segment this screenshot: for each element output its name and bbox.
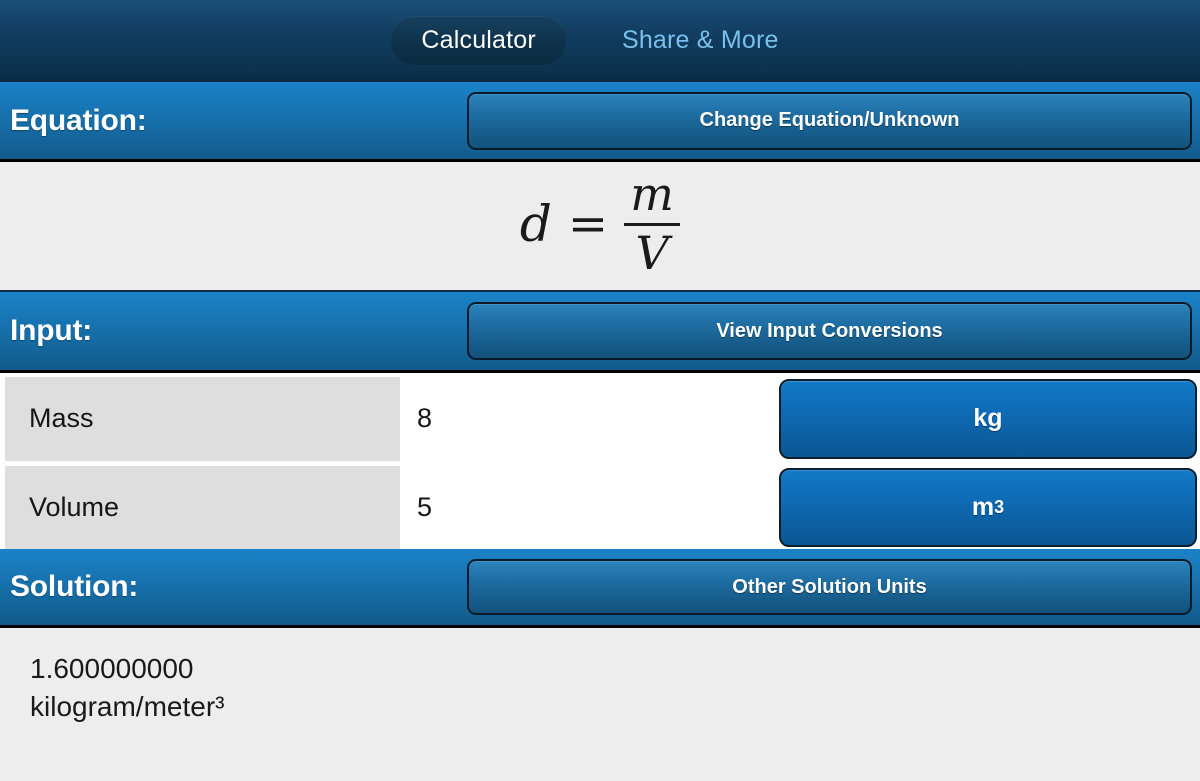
formula-equals-sign: =	[567, 196, 609, 252]
change-equation-unknown-button[interactable]: Change Equation/Unknown	[467, 91, 1192, 150]
solution-section-title: Solution:	[10, 570, 139, 603]
equation-display-area: d = m V	[0, 162, 1200, 292]
solution-result-units: kilogram/meter³	[30, 691, 225, 723]
solution-header-bar: Solution: Other Solution Units	[0, 549, 1200, 628]
input-row-volume: Volume 5 m3	[0, 465, 1200, 549]
tab-share-and-more[interactable]: Share & More	[592, 16, 809, 65]
unit-button-mass-label: kg	[973, 404, 1003, 433]
view-input-conversions-button[interactable]: View Input Conversions	[467, 302, 1192, 360]
input-rows: Mass 8 kg Volume 5 m3	[0, 373, 1200, 549]
formula-denominator: V	[635, 225, 669, 280]
input-row-mass: Mass 8 kg	[0, 377, 1200, 461]
top-tab-bar: Calculator Share & More	[0, 0, 1200, 82]
calculator-app: Calculator Share & More Equation: Change…	[0, 0, 1200, 781]
equation-formula: d = m V	[519, 166, 681, 280]
input-section-title: Input:	[10, 314, 93, 347]
equation-header-bar: Equation: Change Equation/Unknown	[0, 82, 1200, 162]
input-label-volume: Volume	[5, 465, 400, 549]
solution-output-area: 1.600000000 kilogram/meter³	[0, 628, 1200, 781]
formula-numerator: m	[630, 166, 674, 221]
formula-left-side: d	[519, 195, 552, 253]
other-solution-units-button[interactable]: Other Solution Units	[467, 559, 1192, 615]
unit-button-mass[interactable]: kg	[779, 379, 1197, 459]
unit-button-volume-label: m	[971, 492, 995, 521]
formula-fraction: m V	[624, 166, 681, 280]
tab-calculator[interactable]: Calculator	[391, 16, 566, 65]
solution-result-value: 1.600000000	[30, 653, 194, 684]
input-label-mass: Mass	[5, 377, 400, 461]
input-header-bar: Input: View Input Conversions	[0, 292, 1200, 373]
equation-section-title: Equation:	[10, 103, 147, 137]
unit-button-volume[interactable]: m3	[779, 467, 1197, 547]
